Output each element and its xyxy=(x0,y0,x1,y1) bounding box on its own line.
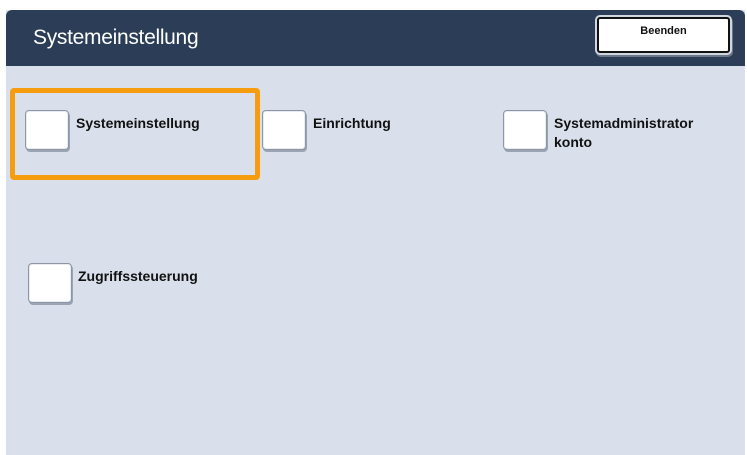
option-systemeinstellung[interactable]: Systemeinstellung xyxy=(25,110,245,152)
option-label-line2: konto xyxy=(554,134,593,150)
option-checkbox[interactable] xyxy=(25,110,69,150)
option-systemadministrator-konto[interactable]: Systemadministrator konto xyxy=(503,110,738,152)
option-checkbox[interactable] xyxy=(262,110,306,150)
option-checkbox[interactable] xyxy=(503,110,547,150)
option-label: Systemadministrator konto xyxy=(554,114,693,152)
settings-screen: Systemeinstellung Beenden Systemeinstell… xyxy=(6,10,745,455)
option-label: Einrichtung xyxy=(313,115,391,131)
option-zugriffssteuerung[interactable]: Zugriffssteuerung xyxy=(28,263,248,305)
header-bar: Systemeinstellung Beenden xyxy=(6,10,745,66)
close-button[interactable]: Beenden xyxy=(597,17,730,53)
page-title: Systemeinstellung xyxy=(33,26,199,49)
option-einrichtung[interactable]: Einrichtung xyxy=(262,110,462,152)
option-label: Systemeinstellung xyxy=(76,115,200,131)
option-label-line1: Systemadministrator xyxy=(554,115,694,131)
option-label: Zugriffssteuerung xyxy=(78,268,198,284)
option-checkbox[interactable] xyxy=(28,263,72,303)
